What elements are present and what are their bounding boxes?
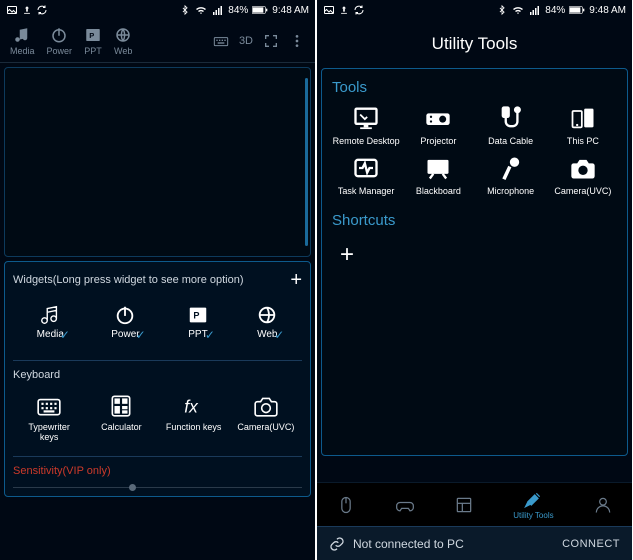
gamepad-icon [395,495,415,515]
nav-profile[interactable] [593,495,613,515]
connect-button[interactable]: CONNECT [562,538,620,550]
main-panel: Tools Remote Desktop Projector Data Cabl… [321,68,628,456]
link-icon [329,536,345,552]
tool-microphone[interactable]: Microphone [477,154,545,196]
sync-icon [353,4,365,16]
picture-icon [6,4,18,16]
nav-gamepad[interactable] [395,495,415,515]
left-screen: 84% 9:48 AM Media Power P PPT Web [0,0,315,560]
wifi-icon [511,4,525,16]
tool-task-manager[interactable]: Task Manager [332,154,400,196]
widget-web[interactable]: Web✓ [256,304,278,340]
cable-icon [496,104,526,132]
ie-icon [256,304,278,326]
power-icon [114,304,136,326]
widget-media[interactable]: Media✓ [37,304,64,340]
projector-icon [423,104,453,132]
pc-icon [568,104,598,132]
fullscreen-icon[interactable] [263,33,279,49]
shortcuts-section-title: Shortcuts [332,212,617,229]
music-icon [13,26,31,44]
threed-button[interactable]: 3D [239,35,253,47]
widget-ppt[interactable]: P PPT✓ [187,304,209,340]
kb-camera[interactable]: Camera(UVC) [236,393,296,442]
nav-utility-tools[interactable]: Utility Tools [513,490,553,520]
tool-data-cable[interactable]: Data Cable [477,104,545,146]
mouse-icon [336,495,356,515]
battery-icon [252,5,268,15]
svg-text:fx: fx [184,397,199,417]
sensitivity-label: Sensitivity(VIP only) [13,465,302,477]
battery-pct: 84% [545,5,565,16]
nav-layout[interactable] [454,495,474,515]
mic-icon [496,154,526,182]
widgets-panel: Widgets(Long press widget to see more op… [4,261,311,497]
wifi-icon [194,4,208,16]
blackboard-icon [423,154,453,182]
toolbar-web[interactable]: Web [114,26,132,56]
person-icon [593,495,613,515]
kb-typewriter[interactable]: Typewriter keys [19,393,79,442]
upload-icon [339,4,349,16]
tools-section-title: Tools [332,79,617,96]
nav-mouse[interactable] [336,495,356,515]
keyboard-icon [36,393,62,419]
right-screen: 84% 9:48 AM Utility Tools Tools Remote D… [317,0,632,560]
page-title: Utility Tools [317,20,632,64]
status-bar: 84% 9:48 AM [317,0,632,20]
toolbar-media[interactable]: Media [10,26,35,56]
picture-icon [323,4,335,16]
toolbar-power[interactable]: Power [47,26,73,56]
widgets-header-text: Widgets(Long press widget to see more op… [13,274,244,286]
signal-icon [212,4,224,16]
more-icon[interactable] [289,33,305,49]
svg-text:P: P [193,311,199,321]
bottom-nav: Utility Tools [317,482,632,526]
tool-this-pc[interactable]: This PC [549,104,617,146]
ppt-icon: P [84,26,102,44]
tool-projector[interactable]: Projector [404,104,472,146]
signal-icon [529,4,541,16]
monitor-icon [351,104,381,132]
clock: 9:48 AM [589,5,626,16]
keyboard-small-icon[interactable] [213,33,229,49]
battery-pct: 84% [228,5,248,16]
calculator-icon [108,393,134,419]
clock: 9:48 AM [272,5,309,16]
battery-icon [569,5,585,15]
tool-remote-desktop[interactable]: Remote Desktop [332,104,400,146]
bluetooth-icon [497,4,507,16]
power-icon [50,26,68,44]
add-widget-button[interactable]: + [290,270,302,290]
camera-icon [253,393,279,419]
keyboard-label: Keyboard [13,369,302,381]
sensitivity-slider[interactable] [13,487,302,488]
toolbar-ppt[interactable]: P PPT [84,26,102,56]
upload-icon [22,4,32,16]
tools-icon [523,490,543,510]
widget-power[interactable]: Power✓ [111,304,139,340]
ppt-icon: P [187,304,209,326]
sync-icon [36,4,48,16]
svg-text:P: P [89,31,94,40]
add-shortcut-button[interactable]: + [332,237,362,273]
status-bar: 84% 9:48 AM [0,0,315,20]
pulse-icon [351,154,381,182]
connection-bar: Not connected to PC CONNECT [317,526,632,560]
camera-icon [568,154,598,182]
kb-function[interactable]: fx Function keys [164,393,224,442]
connection-status: Not connected to PC [353,537,464,551]
ie-icon [114,26,132,44]
top-toolbar: Media Power P PPT Web 3D [0,20,315,63]
tool-camera-uvc[interactable]: Camera(UVC) [549,154,617,196]
music-icon [39,304,61,326]
tool-blackboard[interactable]: Blackboard [404,154,472,196]
bluetooth-icon [180,4,190,16]
fx-icon: fx [181,393,207,419]
trackpad-area[interactable] [4,67,311,257]
kb-calculator[interactable]: Calculator [91,393,151,442]
layout-icon [454,495,474,515]
